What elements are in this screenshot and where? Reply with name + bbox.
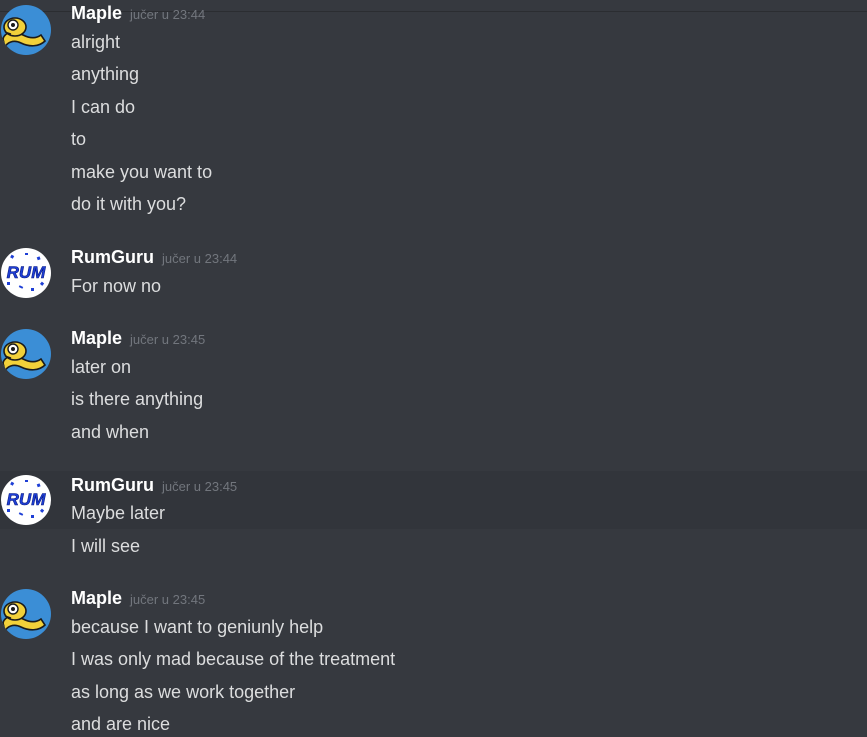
- snake-avatar-icon: [1, 329, 51, 379]
- snake-avatar-icon: [1, 589, 51, 639]
- message-text: because I want to geniunly help: [71, 617, 324, 637]
- message-text: do it with you?: [71, 194, 187, 214]
- avatar[interactable]: [1, 5, 51, 55]
- message-header: Maple jučer u 23:45: [71, 328, 205, 350]
- message-text: For now no: [71, 276, 162, 296]
- message-text: I was only mad because of the treatment: [71, 649, 396, 669]
- message-text: I can do: [71, 97, 136, 117]
- rum-logo-text: RUM: [7, 490, 47, 509]
- username[interactable]: RumGuru: [71, 475, 154, 495]
- username[interactable]: Maple: [71, 588, 122, 608]
- message-header: RumGuru jučer u 23:45: [71, 475, 237, 497]
- message-header: Maple jučer u 23:44: [71, 3, 205, 25]
- avatar[interactable]: [1, 589, 51, 639]
- message-header: RumGuru jučer u 23:44: [71, 247, 237, 269]
- message-list[interactable]: Maple jučer u 23:44 alright anything I ca…: [0, 0, 867, 737]
- message-text: Maybe later: [71, 503, 166, 523]
- avatar[interactable]: [1, 329, 51, 379]
- message-text: I will see: [71, 536, 141, 556]
- message-text: as long as we work together: [71, 682, 296, 702]
- message-text: is there anything: [71, 389, 204, 409]
- avatar[interactable]: RUM: [1, 248, 51, 298]
- message-text: alright: [71, 32, 121, 52]
- username[interactable]: Maple: [71, 3, 122, 23]
- message-text: to: [71, 129, 87, 149]
- message-text: and when: [71, 422, 150, 442]
- timestamp[interactable]: jučer u 23:44: [130, 7, 205, 22]
- snake-avatar-icon: [1, 5, 51, 55]
- message-text: later on: [71, 357, 132, 377]
- rum-logo-avatar-icon: RUM: [1, 248, 51, 298]
- rum-logo-text: RUM: [7, 263, 47, 282]
- rum-logo-avatar-icon: RUM: [1, 475, 51, 525]
- message-header: Maple jučer u 23:45: [71, 588, 205, 610]
- message-text: and are nice: [71, 714, 171, 734]
- timestamp[interactable]: jučer u 23:45: [130, 592, 205, 607]
- timestamp[interactable]: jučer u 23:45: [162, 479, 237, 494]
- username[interactable]: Maple: [71, 328, 122, 348]
- avatar[interactable]: RUM: [1, 475, 51, 525]
- username[interactable]: RumGuru: [71, 247, 154, 267]
- timestamp[interactable]: jučer u 23:44: [162, 251, 237, 266]
- message-text: anything: [71, 64, 140, 84]
- timestamp[interactable]: jučer u 23:45: [130, 332, 205, 347]
- message-text: make you want to: [71, 162, 213, 182]
